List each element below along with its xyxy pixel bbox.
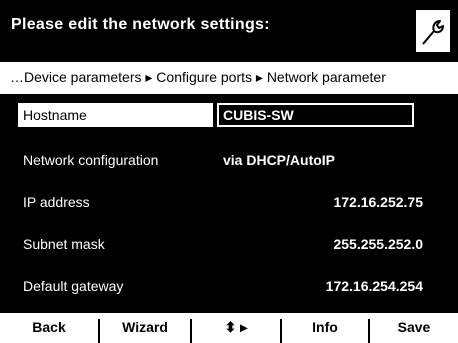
ip-address-row[interactable]: IP address 172.16.252.75 (0, 183, 458, 223)
default-gateway-label: Default gateway (23, 278, 124, 294)
default-gateway-value[interactable]: 172.16.254.254 (326, 278, 423, 294)
hostname-row[interactable]: Hostname CUBIS-SW (0, 99, 458, 139)
save-button[interactable]: Save (370, 313, 458, 343)
softkey-bar: Back Wizard ⬍ ▸ Info Save (0, 313, 458, 343)
subnet-mask-label: Subnet mask (23, 236, 105, 252)
header-bar: Please edit the network settings: (0, 0, 458, 60)
hostname-label: Hostname (23, 107, 87, 123)
hostname-value[interactable]: CUBIS-SW (223, 107, 294, 123)
info-button[interactable]: Info (282, 313, 368, 343)
back-button[interactable]: Back (0, 313, 98, 343)
breadcrumb: …Device parameters ▸ Configure ports ▸ N… (0, 62, 458, 94)
wizard-button[interactable]: Wizard (100, 313, 190, 343)
wrench-icon[interactable] (414, 8, 452, 54)
ip-address-value[interactable]: 172.16.252.75 (333, 194, 423, 210)
page-title: Please edit the network settings: (11, 16, 270, 33)
network-configuration-row[interactable]: Network configuration via DHCP/AutoIP (0, 141, 458, 181)
subnet-mask-value[interactable]: 255.255.252.0 (333, 236, 423, 252)
default-gateway-row[interactable]: Default gateway 172.16.254.254 (0, 267, 458, 307)
breadcrumb-path: …Device parameters ▸ Configure ports ▸ N… (10, 69, 386, 85)
ip-address-label: IP address (23, 194, 90, 210)
network-configuration-label: Network configuration (23, 152, 159, 168)
network-configuration-value[interactable]: via DHCP/AutoIP (223, 152, 335, 168)
subnet-mask-row[interactable]: Subnet mask 255.255.252.0 (0, 225, 458, 265)
navigate-button[interactable]: ⬍ ▸ (192, 313, 280, 343)
